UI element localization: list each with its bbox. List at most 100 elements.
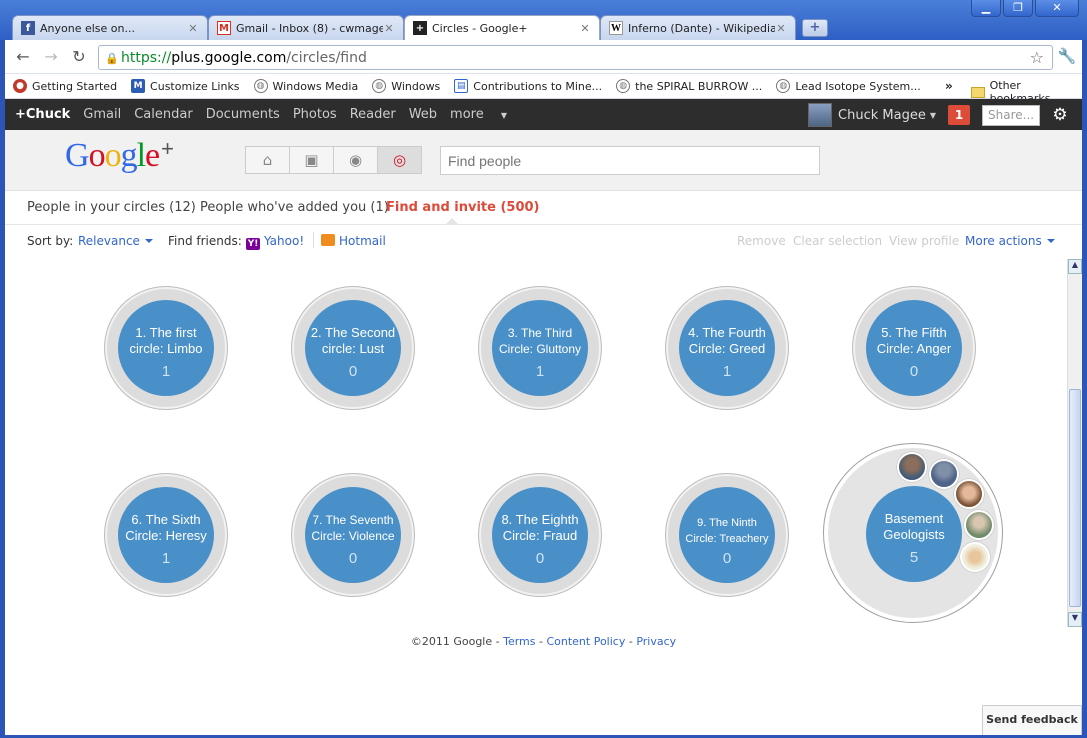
circles-icon[interactable]: ◎ [377,146,422,174]
bookmark-item[interactable]: ◍ Windows Media [253,79,359,93]
user-name[interactable]: Chuck Magee [838,108,926,123]
find-people-input[interactable] [440,146,820,175]
tab-wikipedia[interactable]: W Inferno (Dante) - Wikipedia, th ✕ [600,15,796,40]
more-actions-dropdown[interactable]: More actions [965,234,1055,248]
circle-violence[interactable]: 7. The Seventh Circle: Violence 0 [291,473,415,597]
tab-people-added-you[interactable]: People who've added you (1) [200,200,389,215]
bookmark-item[interactable]: M Customize Links [131,79,240,93]
avatar[interactable] [808,103,833,127]
bookmark-item[interactable]: ◍ Lead Isotope System... [776,79,921,93]
gbar-link-web[interactable]: Web [409,107,437,122]
member-avatar[interactable] [954,479,984,509]
tab-find-and-invite[interactable]: Find and invite (500) [386,200,540,215]
bookmark-item[interactable]: ◍ the SPIRAL BURROW ... [616,79,762,93]
tab-close-icon[interactable]: ✕ [775,22,787,35]
circle-basement-geologists[interactable]: Basement Geologists 5 [823,443,1003,623]
member-avatar[interactable] [897,452,927,482]
tab-circles[interactable]: + Circles - Google+ ✕ [404,15,600,40]
content-policy-link[interactable]: Content Policy [546,635,625,648]
address-bar[interactable]: 🔒 https://plus.google.com/circles/find ☆ [98,45,1053,70]
forward-button[interactable]: → [41,48,61,66]
wrench-icon[interactable]: 🔧 [1057,47,1077,67]
circle-lust[interactable]: 2. The Second circle: Lust 0 [291,286,415,410]
tab-facebook[interactable]: f Anyone else on... ✕ [12,15,208,40]
scroll-thumb[interactable] [1069,389,1081,607]
send-feedback-button[interactable]: Send feedback [982,705,1082,735]
notification-badge[interactable]: 1 [948,105,970,125]
new-tab-button[interactable]: + [802,19,828,37]
chevron-down-icon [144,239,153,243]
tab-close-icon[interactable]: ✕ [383,22,395,35]
bookmark-star-icon[interactable]: ☆ [1030,48,1044,67]
photos-icon[interactable]: ▣ [289,146,334,174]
circle-fraud[interactable]: 8. The Eighth Circle: Fraud 0 [478,473,602,597]
find-friends-label: Find friends: [168,234,242,248]
bookmark-item[interactable]: ▤ Contributions to Mine... [454,79,602,93]
circle-gluttony[interactable]: 3. The Third Circle: Gluttony 1 [478,286,602,410]
circle-count: 5 [909,549,919,566]
sort-dropdown[interactable]: Relevance [78,234,153,248]
member-avatar[interactable] [929,459,959,489]
gbar-link-calendar[interactable]: Calendar [134,107,192,122]
gbar-link-gmail[interactable]: Gmail [83,107,121,122]
circle-inner: 6. The Sixth Circle: Heresy 1 [118,487,214,583]
footer: ©2011 Google - Terms - Content Policy - … [5,635,1082,648]
back-button[interactable]: ← [13,48,33,66]
remove-button[interactable]: Remove [737,234,786,248]
member-avatar[interactable] [960,542,990,572]
circle-inner: 3. The Third Circle: Gluttony 1 [492,300,588,396]
tab-title: Anyone else on... [40,21,135,35]
gbar-link-more[interactable]: more ▼ [450,107,520,122]
profile-icon[interactable]: ◉ [333,146,378,174]
clear-selection-button[interactable]: Clear selection [793,234,882,248]
tab-gmail[interactable]: M Gmail - Inbox (8) - cwmagee@ ✕ [208,15,404,40]
view-profile-button[interactable]: View profile [889,234,959,248]
member-avatar[interactable] [964,510,994,540]
scroll-up-icon[interactable]: ▲ [1068,259,1082,274]
yahoo-link[interactable]: Y! Yahoo! [246,234,304,250]
bookmark-label: Customize Links [150,79,240,93]
gplus-nav: ⌂ ▣ ◉ ◎ [245,146,422,174]
tab-people-in-circles[interactable]: People in your circles (12) [27,200,196,215]
circle-name: 1. The first circle: Limbo [129,325,203,356]
circle-count: 0 [535,550,545,567]
gear-icon[interactable]: ⚙ [1048,104,1072,126]
tab-close-icon[interactable]: ✕ [579,22,591,35]
home-icon[interactable]: ⌂ [245,146,290,174]
google-plus-logo[interactable]: Google+ [65,136,174,175]
share-box[interactable]: Share... [982,104,1040,126]
hotmail-link[interactable]: Hotmail [321,234,386,248]
circle-inner: 1. The first circle: Limbo 1 [118,300,214,396]
bookmark-label: Lead Isotope System... [795,79,921,93]
bookmark-item[interactable]: ● Getting Started [13,79,117,93]
chevron-down-icon: ▼ [500,111,508,120]
gbar-link-documents[interactable]: Documents [206,107,280,122]
reload-button[interactable]: ↻ [69,48,89,66]
minimize-button[interactable]: ▁ [971,0,1001,17]
tab-close-icon[interactable]: ✕ [187,22,199,35]
gbar-link-photos[interactable]: Photos [293,107,337,122]
bookmarks-overflow-chevron[interactable]: » [945,79,953,93]
tab-title: Inferno (Dante) - Wikipedia, th [628,21,775,35]
privacy-link[interactable]: Privacy [636,635,676,648]
footer-sep: - [535,635,547,648]
bookmark-label: Windows Media [272,79,359,93]
gbar-link-reader[interactable]: Reader [350,107,396,122]
maximize-button[interactable]: ❐ [1003,0,1033,17]
page-content: Google+ ⌂ ▣ ◉ ◎ People in your circles (… [5,130,1082,735]
gbar-link-plus-chuck[interactable]: +Chuck [15,107,70,122]
circle-name: 6. The Sixth Circle: Heresy [125,512,207,543]
circle-inner: 8. The Eighth Circle: Fraud 0 [492,487,588,583]
gbar-links: +Chuck Gmail Calendar Documents Photos R… [15,107,533,122]
circle-anger[interactable]: 5. The Fifth Circle: Anger 0 [852,286,976,410]
close-window-button[interactable]: ✕ [1035,0,1079,17]
circle-limbo[interactable]: 1. The first circle: Limbo 1 [104,286,228,410]
browser-titlebar: f Anyone else on... ✕ M Gmail - Inbox (8… [0,0,1087,40]
circle-heresy[interactable]: 6. The Sixth Circle: Heresy 1 [104,473,228,597]
circle-greed[interactable]: 4. The Fourth Circle: Greed 1 [665,286,789,410]
scroll-down-icon[interactable]: ▼ [1068,612,1082,627]
terms-link[interactable]: Terms [503,635,535,648]
circle-treachery[interactable]: 9. The Ninth Circle: Treachery 0 [665,473,789,597]
vertical-scrollbar[interactable]: ▲ ▼ [1067,259,1082,627]
bookmark-item[interactable]: ◍ Windows [372,79,440,93]
